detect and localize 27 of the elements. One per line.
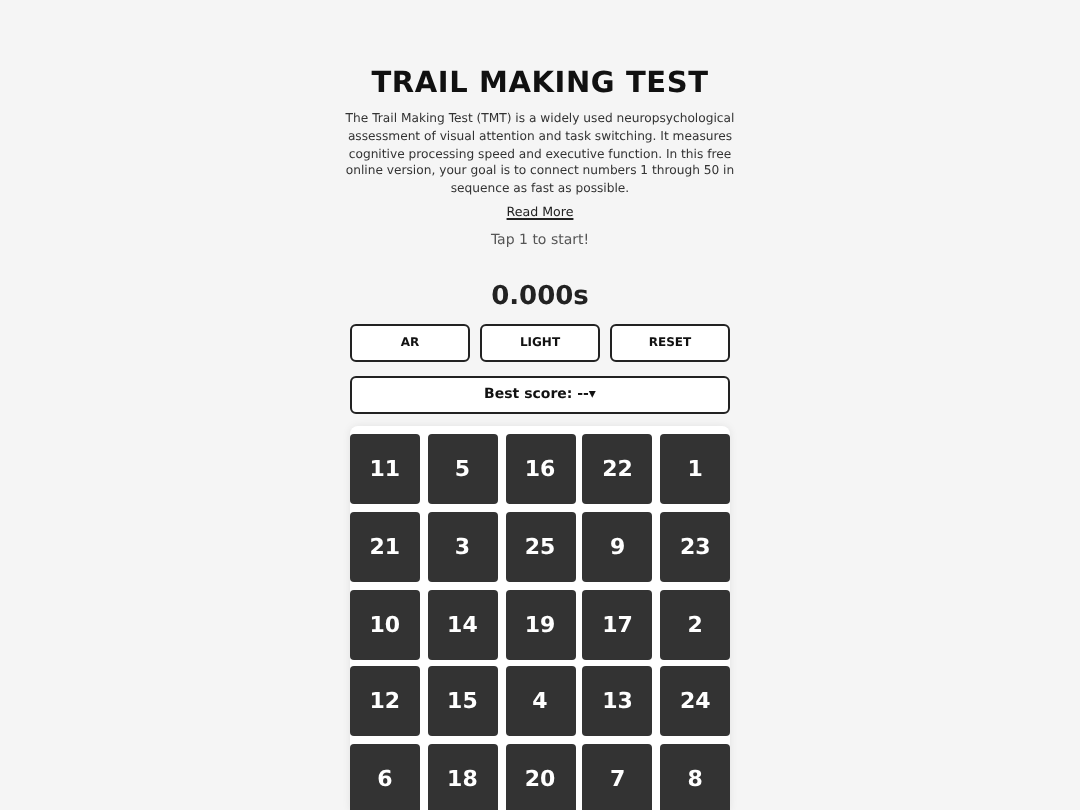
number-tile[interactable]: 20	[505, 744, 575, 810]
number-tile[interactable]: 9	[582, 511, 653, 582]
number-tile[interactable]: 23	[660, 511, 731, 582]
number-tile[interactable]: 22	[582, 433, 653, 504]
number-tile[interactable]: 13	[582, 666, 653, 737]
number-tile[interactable]: 3	[427, 511, 498, 582]
page-title: TRAIL MAKING TEST	[371, 68, 709, 100]
number-tile[interactable]: 5	[427, 433, 498, 504]
number-tile[interactable]: 16	[505, 433, 575, 504]
timer-text: 0.000s	[491, 281, 589, 312]
number-tile[interactable]: 10	[349, 589, 420, 660]
number-tile[interactable]: 6	[349, 744, 420, 810]
number-tile[interactable]: 14	[427, 589, 498, 660]
number-tile[interactable]: 2	[660, 589, 731, 660]
number-tile[interactable]: 21	[349, 511, 420, 582]
number-tile[interactable]: 19	[505, 589, 575, 660]
number-tile[interactable]: 8	[660, 744, 731, 810]
number-tile[interactable]: 1	[660, 433, 731, 504]
number-tile[interactable]: 11	[349, 433, 420, 504]
number-tile[interactable]: 24	[660, 666, 731, 737]
number-tile[interactable]: 15	[427, 666, 498, 737]
number-tile[interactable]: 12	[349, 666, 420, 737]
number-tile[interactable]: 7	[582, 744, 653, 810]
number-tile[interactable]: 17	[582, 589, 653, 660]
number-tile[interactable]: 25	[505, 511, 575, 582]
number-tile[interactable]: 18	[427, 744, 498, 810]
number-tile[interactable]: 4	[505, 666, 575, 737]
